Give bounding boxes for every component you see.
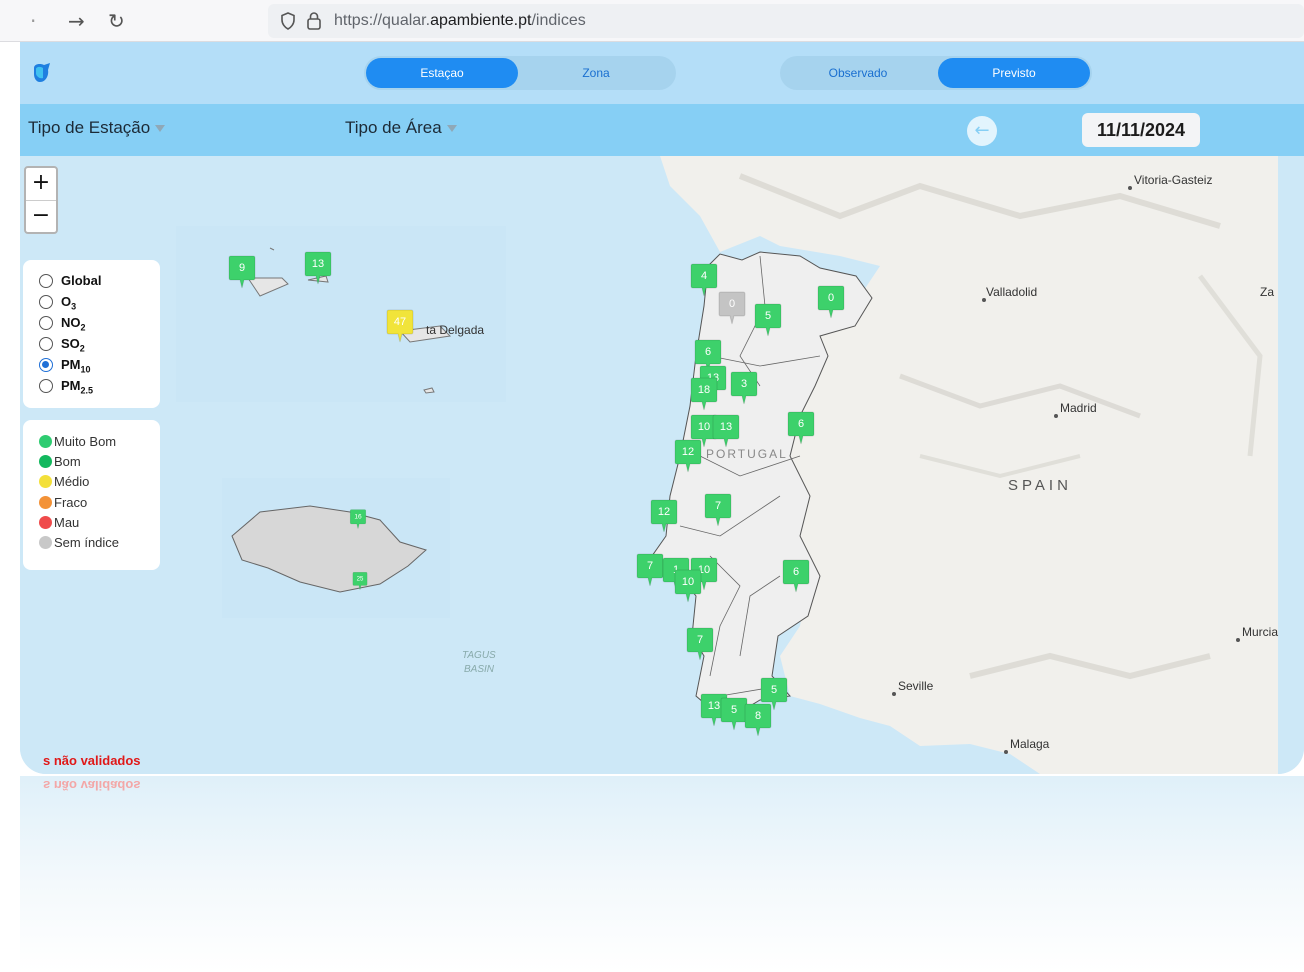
app-window: Estaçao Zona Observado Previsto Tipo de … (20, 42, 1304, 774)
marker-value: 8 (755, 710, 761, 722)
screenshot: · → ↻ https://qualar.apambiente.pt/indic… (0, 0, 1304, 972)
toggle-estacao[interactable]: Estaçao (366, 58, 518, 88)
station-zone-toggle: Estaçao Zona (364, 56, 676, 90)
legend-item: Sem índice (39, 535, 119, 550)
marker-value: 25 (357, 577, 364, 583)
marker-value: 6 (793, 566, 799, 578)
place-label: Valladolid (986, 285, 1037, 299)
place-label: Madrid (1060, 401, 1097, 415)
legend-item: Fraco (39, 495, 87, 510)
browser-toolbar: · → ↻ https://qualar.apambiente.pt/indic… (0, 0, 1304, 42)
pollutant-selector: Global O3 NO2 SO2 PM10 PM2.5 (23, 260, 160, 408)
place-label: Murcia (1242, 625, 1278, 639)
sea-label: BASIN (464, 664, 495, 675)
map-canvas: Vitoria-Gasteiz Valladolid Za Madrid SPA… (176, 156, 1278, 774)
marker-value: 7 (715, 500, 721, 512)
marker-value: 12 (658, 506, 670, 518)
station-type-label: Tipo de Estação (28, 118, 151, 137)
sea-label: TAGUS (462, 650, 496, 661)
marker-value: 18 (698, 384, 710, 396)
address-bar[interactable]: https://qualar.apambiente.pt/indices (268, 4, 1304, 38)
marker-value: 6 (705, 346, 711, 358)
reflection: s não validados (20, 776, 1304, 972)
marker-value: 16 (354, 514, 362, 521)
marker-value: 10 (698, 421, 710, 433)
legend-item: Mau (39, 515, 79, 530)
marker-value: 13 (708, 700, 720, 712)
marker-value: 13 (312, 258, 324, 270)
observed-forecast-toggle: Observado Previsto (780, 56, 1092, 90)
zoom-in-button[interactable]: + (26, 168, 56, 200)
marker-value: 47 (394, 316, 406, 328)
shield-icon (281, 12, 295, 30)
reload-icon[interactable]: ↻ (108, 9, 125, 33)
marker-value: 7 (647, 560, 653, 572)
station-type-dropdown[interactable]: Tipo de Estação (28, 118, 166, 138)
legend-item: Muito Bom (39, 434, 116, 449)
legend-item: Médio (39, 474, 89, 489)
marker-value: 5 (765, 310, 771, 322)
legend-item: Bom (39, 454, 81, 469)
arrow-left-icon[interactable]: · (30, 9, 36, 33)
filter-bar: Tipo de Estação Tipo de Área ← 11/11/202… (20, 104, 1304, 156)
place-label: ta Delgada (426, 323, 484, 337)
station-marker[interactable]: 5 (720, 697, 748, 731)
arrow-left-icon[interactable]: ← (967, 116, 997, 146)
toggle-previsto[interactable]: Previsto (938, 58, 1090, 88)
marker-value: 3 (741, 378, 747, 390)
marker-value: 6 (798, 418, 804, 430)
app-logo-icon (34, 63, 50, 82)
caret-down-icon (446, 125, 457, 133)
caret-down-icon (155, 125, 166, 133)
place-label: Seville (898, 679, 934, 693)
marker-value: 10 (682, 576, 694, 588)
marker-value: 7 (697, 634, 703, 646)
place-label: Za (1260, 285, 1274, 299)
marker-value: 5 (731, 704, 737, 716)
legend: Muito Bom Bom Médio Fraco Mau Sem índice (23, 420, 160, 570)
place-label: Vitoria-Gasteiz (1134, 173, 1212, 187)
marker-value: 12 (682, 446, 694, 458)
toggle-zona[interactable]: Zona (520, 58, 672, 88)
arrow-right-icon[interactable]: → (68, 9, 85, 33)
place-label: Malaga (1010, 737, 1050, 751)
url-text: https://qualar.apambiente.pt/indices (334, 12, 586, 29)
area-type-dropdown[interactable]: Tipo de Área (345, 118, 457, 138)
map[interactable]: Vitoria-Gasteiz Valladolid Za Madrid SPA… (20, 156, 1304, 774)
zoom-out-button[interactable]: − (26, 200, 56, 232)
station-marker[interactable]: 7 (636, 553, 664, 587)
reflection-text: s não validados (43, 778, 141, 793)
country-label: PORTUGAL (706, 447, 788, 461)
zoom-control: + − (24, 166, 58, 234)
marker-value: 9 (239, 262, 245, 274)
marker-value: 0 (828, 292, 834, 304)
station-marker[interactable]: 8 (744, 703, 772, 737)
marker-value: 13 (720, 421, 732, 433)
marker-value: 4 (701, 270, 707, 282)
lock-icon (307, 12, 321, 30)
date-field[interactable]: 11/11/2024 (1082, 113, 1200, 147)
validation-notice: s não validados (43, 753, 141, 768)
country-label: SPAIN (1008, 477, 1072, 494)
marker-value: 5 (771, 684, 777, 696)
marker-value: 0 (729, 298, 735, 310)
area-type-label: Tipo de Área (345, 118, 442, 137)
azores-inset (176, 226, 506, 402)
toggle-observado[interactable]: Observado (782, 58, 934, 88)
top-toolbar: Estaçao Zona Observado Previsto (20, 42, 1304, 104)
